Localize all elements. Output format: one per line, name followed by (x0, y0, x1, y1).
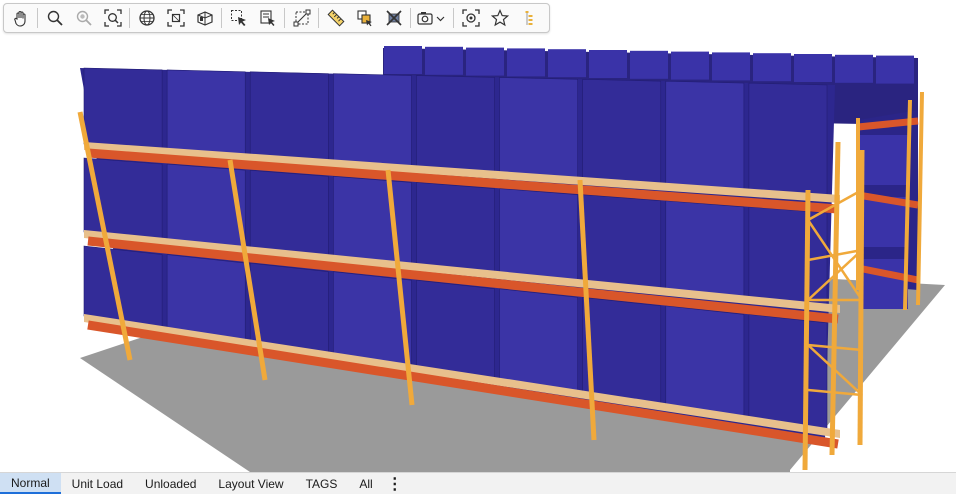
box (249, 169, 329, 258)
box (416, 279, 495, 381)
box (876, 55, 914, 84)
box (416, 182, 495, 275)
zoom-extents-icon (103, 9, 122, 27)
camera-snapshot-icon (417, 12, 445, 25)
view-toolbar (3, 3, 550, 33)
favorite-button[interactable] (485, 4, 514, 32)
pan-tool-button[interactable] (6, 4, 35, 32)
toolbar-separator (453, 8, 454, 28)
tab-label: Layout View (218, 476, 284, 491)
transform-icon (293, 9, 310, 27)
box (166, 69, 246, 157)
select-document-icon (259, 10, 275, 26)
toolbar-separator (129, 8, 130, 28)
box (665, 200, 745, 300)
camera-snapshot-dropdown[interactable] (413, 4, 451, 32)
select-arrow-icon (230, 10, 246, 26)
box (499, 77, 578, 180)
box (466, 47, 504, 76)
rack-upright (802, 189, 811, 471)
box (416, 75, 495, 174)
toolbar-separator (410, 8, 411, 28)
zoom-disabled-icon (76, 10, 92, 26)
box (630, 50, 668, 79)
tab-tags[interactable]: TAGS (295, 473, 349, 494)
box (860, 135, 908, 185)
tab-label: All (359, 476, 373, 491)
box (333, 176, 412, 266)
box (794, 54, 832, 82)
zoom-button[interactable] (40, 4, 69, 32)
focus-target-icon (461, 9, 480, 27)
toolbar-separator (221, 8, 222, 28)
tree-list-button[interactable] (514, 4, 543, 32)
transform-button[interactable] (287, 4, 316, 32)
delete-button[interactable] (379, 4, 408, 32)
measure-ruler-icon (327, 9, 344, 27)
select-properties-button[interactable] (253, 4, 282, 32)
tab-label: TAGS (305, 476, 338, 491)
box (671, 51, 709, 80)
tab-unloaded[interactable]: Unloaded (134, 473, 207, 494)
tab-label: Unloaded (145, 476, 197, 491)
box (499, 188, 578, 283)
box (835, 54, 873, 83)
box (548, 49, 586, 78)
box (499, 288, 578, 394)
box (333, 73, 412, 168)
toolbar-separator (284, 8, 285, 28)
box (582, 296, 662, 407)
tab-layout-view[interactable]: Layout View (207, 473, 294, 494)
box (384, 46, 422, 74)
tab-unit-load[interactable]: Unit Load (61, 473, 134, 494)
fit-selection-icon (166, 9, 185, 27)
box (748, 314, 828, 433)
zoom-icon (47, 10, 63, 26)
fit-selection-button[interactable] (161, 4, 190, 32)
zoom-extents-button[interactable] (98, 4, 127, 32)
box (582, 79, 662, 186)
3d-viewport[interactable] (0, 0, 956, 472)
box (425, 46, 463, 75)
camera-view-button[interactable] (190, 4, 219, 32)
camera-view-icon (196, 11, 213, 26)
rack-upright (916, 91, 924, 306)
box (748, 82, 828, 198)
box (249, 262, 329, 356)
tree-list-icon (525, 11, 532, 25)
tab-label: Unit Load (71, 476, 124, 491)
box (665, 80, 745, 192)
tab-label: Normal (11, 475, 50, 490)
box (249, 71, 329, 162)
box (753, 53, 791, 82)
box (582, 194, 662, 291)
favorite-star-icon (490, 9, 509, 27)
globe-view-button[interactable] (132, 4, 161, 32)
globe-view-icon (138, 10, 155, 26)
measure-button[interactable] (321, 4, 350, 32)
zoom-window-button[interactable] (69, 4, 98, 32)
more-tabs-button[interactable]: ⋮ (384, 473, 406, 494)
toolbar-separator (37, 8, 38, 28)
tab-all[interactable]: All (348, 473, 383, 494)
view-tab-bar: Normal Unit Load Unloaded Layout View TA… (0, 472, 956, 494)
pan-hand-icon (13, 10, 26, 27)
select-button[interactable] (224, 4, 253, 32)
box (507, 48, 545, 77)
box (712, 52, 750, 81)
box (83, 67, 163, 151)
tab-normal[interactable]: Normal (0, 473, 61, 494)
focus-target-button[interactable] (456, 4, 485, 32)
toolbar-separator (318, 8, 319, 28)
warehouse-rack-scene[interactable] (0, 0, 956, 472)
box (665, 305, 745, 420)
delete-crossed-icon (385, 10, 402, 26)
copy-layers-icon (356, 10, 372, 27)
copy-layers-button[interactable] (350, 4, 379, 32)
box (589, 50, 627, 78)
